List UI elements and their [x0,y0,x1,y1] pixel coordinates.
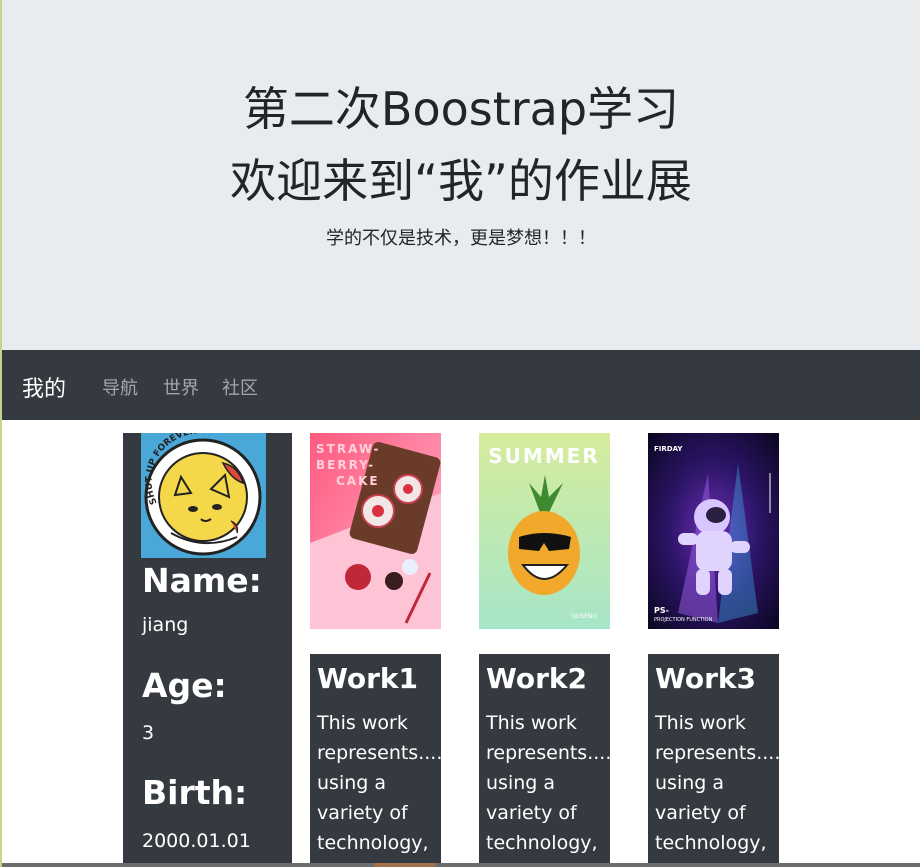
name-label: Name: [142,561,262,600]
poster1-line3: CAKE [336,474,380,488]
cat-avatar-image: SHUT UP FOREVER [141,433,266,558]
page-subtitle: 学的不仅是技术，更是梦想！！！ [326,228,596,249]
work1-poster: STRAW- BERRY- CAKE [310,433,441,629]
work2-title: Work2 [486,662,588,695]
jumbotron: 第二次Boostrap学习 欢迎来到“我”的作业展 学的不仅是技术，更是梦想！！… [2,0,920,350]
birth-value: 2000.01.01 [142,830,251,852]
work2-text: This work represents......, using a vari… [486,712,610,854]
poster3-footer: PS- [654,606,669,615]
work3-text: This work represents......, using a vari… [655,712,779,854]
nav-link-guide[interactable]: 导航 [102,374,138,400]
name-value: jiang [142,614,189,636]
nav-link-world[interactable]: 世界 [163,374,199,400]
poster1-line2: BERRY- [316,458,375,472]
page-title-line2: 欢迎来到“我”的作业展 [230,154,692,208]
age-label: Age: [142,666,227,705]
work1-text: This work represents......, using a vari… [317,712,441,854]
work1-card: Work1 This work represents......, using … [310,654,441,867]
poster1-line1: STRAW- [316,442,381,456]
work2-card: Work2 This work represents......, using … [479,654,610,867]
poster2-title: SUMMER [488,444,600,468]
work3-title: Work3 [655,662,757,695]
page-title-line1: 第二次Boostrap学习 [242,82,680,136]
bottom-scroll-edge [2,863,920,867]
navbar-brand[interactable]: 我的 [22,371,66,403]
navbar: 我的 导航 世界 社区 [2,350,920,420]
poster3-header: FIRDAY [654,445,683,453]
poster2-footer: QUSENG [571,613,597,620]
poster3-footer-sub: PROJECTION FUNCTION [654,617,713,623]
age-value: 3 [142,722,155,744]
profile-card: SHUT UP FOREVER Name: jiang Age: 3 Birth… [123,433,292,867]
work1-title: Work1 [317,662,419,695]
work3-poster: FIRDAY PS- PROJECTION FUNCTION [648,433,779,629]
bottom-accent [374,863,436,867]
birth-label: Birth: [142,773,248,812]
work2-poster: SUMMER QUSENG [479,433,610,629]
avatar: SHUT UP FOREVER [141,433,266,558]
work3-card: Work3 This work represents......, using … [648,654,779,867]
nav-link-community[interactable]: 社区 [222,374,258,400]
